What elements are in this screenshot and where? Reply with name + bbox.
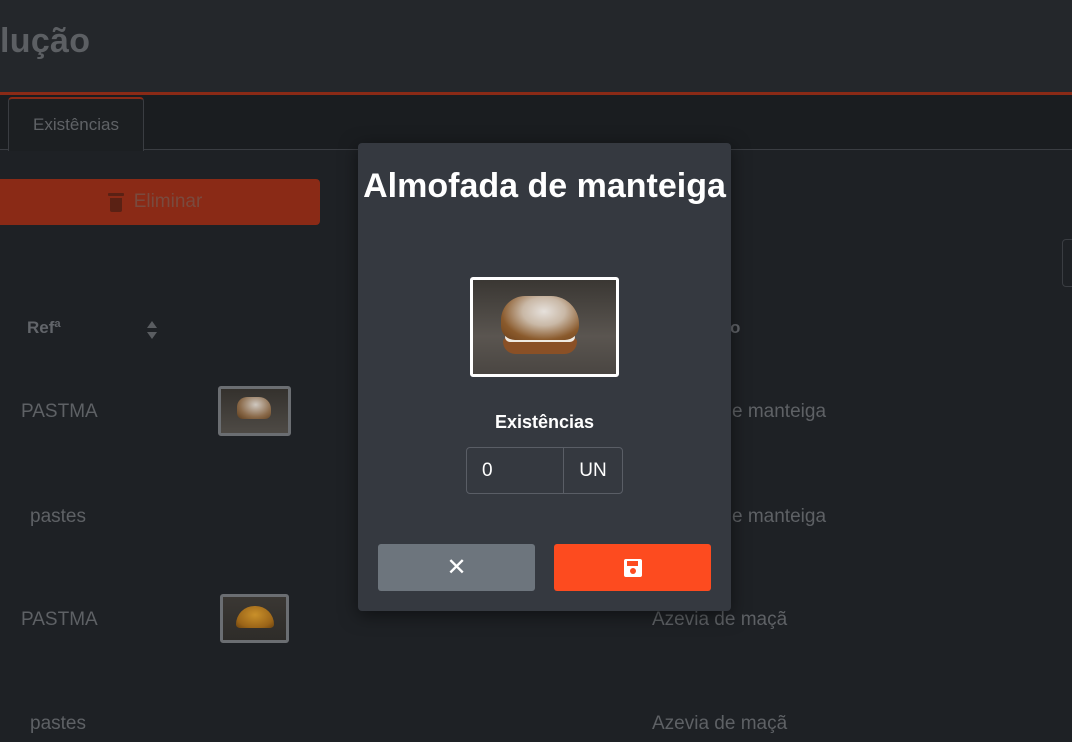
search-input[interactable] — [1062, 239, 1072, 287]
stock-modal: Almofada de manteiga Existências UN ✕ — [358, 143, 731, 611]
row-ref: pastes — [30, 506, 86, 527]
row-ref: pastes — [30, 713, 86, 734]
tabs-bar: Existências — [0, 95, 1072, 151]
row-description: Azevia de maçã — [652, 609, 788, 630]
sort-icon[interactable] — [146, 320, 158, 340]
product-image — [470, 277, 619, 377]
cancel-button[interactable]: ✕ — [378, 544, 535, 591]
row-ref: PASTMA — [21, 401, 98, 422]
row-description: e manteiga — [732, 401, 827, 422]
trash-icon — [107, 192, 124, 212]
row-ref: PASTMA — [21, 609, 98, 630]
row-thumbnail[interactable] — [220, 594, 289, 643]
delete-button[interactable]: Eliminar — [0, 179, 320, 225]
row-description: Azevia de maçã — [652, 713, 788, 734]
page-title: lução — [0, 22, 91, 60]
delete-button-label: Eliminar — [133, 191, 203, 212]
tab-existencias[interactable]: Existências — [8, 97, 144, 151]
quantity-group: UN — [466, 447, 623, 494]
column-header-ref[interactable]: Refª — [27, 318, 61, 338]
quantity-input[interactable] — [467, 448, 563, 493]
column-header-description[interactable]: o — [730, 318, 740, 338]
close-icon: ✕ — [446, 553, 467, 581]
stock-label: Existências — [494, 412, 595, 432]
save-icon — [623, 558, 642, 577]
modal-title: Almofada de manteiga — [363, 167, 726, 205]
row-thumbnail[interactable] — [218, 386, 291, 436]
save-button[interactable] — [554, 544, 711, 591]
row-description: e manteiga — [732, 506, 827, 527]
unit-label: UN — [563, 448, 622, 493]
app-header: lução — [0, 0, 1072, 95]
